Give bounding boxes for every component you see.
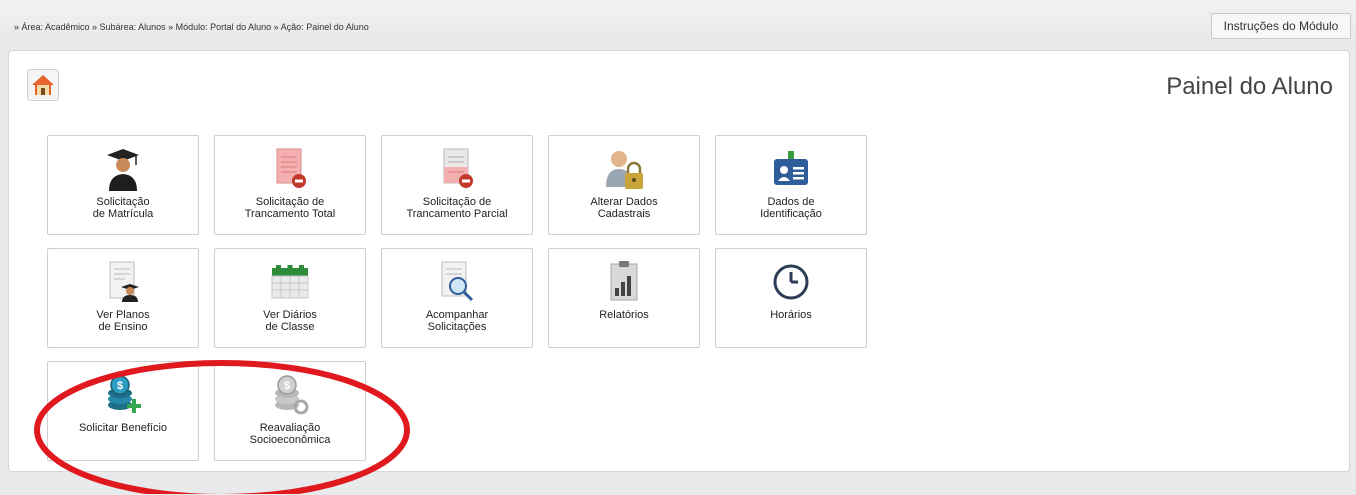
report-chart-icon xyxy=(610,261,638,301)
tile-label: Solicitação de Trancamento Parcial xyxy=(406,196,508,220)
home-icon xyxy=(32,75,54,95)
document-search-icon xyxy=(441,261,474,302)
tile-label: Ver Diários de Classe xyxy=(263,309,317,333)
tile-solicitar-beneficio[interactable]: $ Solicitar Benefício xyxy=(47,361,199,461)
tile-label: Dados de Identificação xyxy=(760,196,822,220)
tile-label: Solicitar Benefício xyxy=(78,422,168,434)
page-title: Painel do Aluno xyxy=(1166,73,1333,100)
tile-diarios-classe[interactable]: Ver Diários de Classe xyxy=(214,248,366,348)
tile-reavaliacao-socioeconomica[interactable]: $ Reavaliação Socioeconômica xyxy=(214,361,366,461)
coins-refresh-icon: $ xyxy=(275,375,309,415)
tile-label: Horários xyxy=(770,309,812,321)
tile-dados-identificacao[interactable]: Dados de Identificação xyxy=(715,135,867,235)
id-card-icon xyxy=(774,151,808,185)
tile-label: Relatórios xyxy=(599,309,649,321)
tile-planos-ensino[interactable]: Ver Planos de Ensino xyxy=(47,248,199,348)
home-button[interactable] xyxy=(27,69,59,101)
coins-add-icon: $ xyxy=(108,375,141,413)
tile-label: Solicitação de Trancamento Total xyxy=(244,196,336,220)
main-panel: Painel do Aluno Solicitação de Matrícula xyxy=(8,50,1350,472)
tile-trancamento-total[interactable]: Solicitação de Trancamento Total xyxy=(214,135,366,235)
action-grid: Solicitação de Matrícula Solicitação de … xyxy=(47,135,867,461)
document-partial-remove-icon xyxy=(443,148,473,188)
tile-label: Solicitação de Matrícula xyxy=(92,196,154,220)
tile-label: Reavaliação Socioeconômica xyxy=(249,422,331,446)
breadcrumb: » Área: Acadêmico » Subárea: Alunos » Mó… xyxy=(14,22,369,32)
tile-solicitacao-matricula[interactable]: Solicitação de Matrícula xyxy=(47,135,199,235)
tile-label: Acompanhar Solicitações xyxy=(425,309,489,333)
document-graduate-icon xyxy=(109,261,139,302)
svg-text:$: $ xyxy=(117,380,123,392)
tile-acompanhar-solicitacoes[interactable]: Acompanhar Solicitações xyxy=(381,248,533,348)
tile-label: Alterar Dados Cadastrais xyxy=(590,196,658,220)
tile-trancamento-parcial[interactable]: Solicitação de Trancamento Parcial xyxy=(381,135,533,235)
tile-horarios[interactable]: Horários xyxy=(715,248,867,348)
tile-alterar-dados[interactable]: Alterar Dados Cadastrais xyxy=(548,135,700,235)
module-instructions-button[interactable]: Instruções do Módulo xyxy=(1211,13,1351,39)
svg-text:$: $ xyxy=(284,380,290,392)
calendar-icon xyxy=(271,265,309,299)
document-remove-icon xyxy=(276,148,306,188)
user-lock-icon xyxy=(606,151,643,189)
top-bar: » Área: Acadêmico » Subárea: Alunos » Mó… xyxy=(0,0,1356,48)
tile-label: Ver Planos de Ensino xyxy=(96,309,150,333)
clock-icon xyxy=(773,264,809,300)
tile-relatorios[interactable]: Relatórios xyxy=(548,248,700,348)
graduate-icon xyxy=(107,149,139,191)
